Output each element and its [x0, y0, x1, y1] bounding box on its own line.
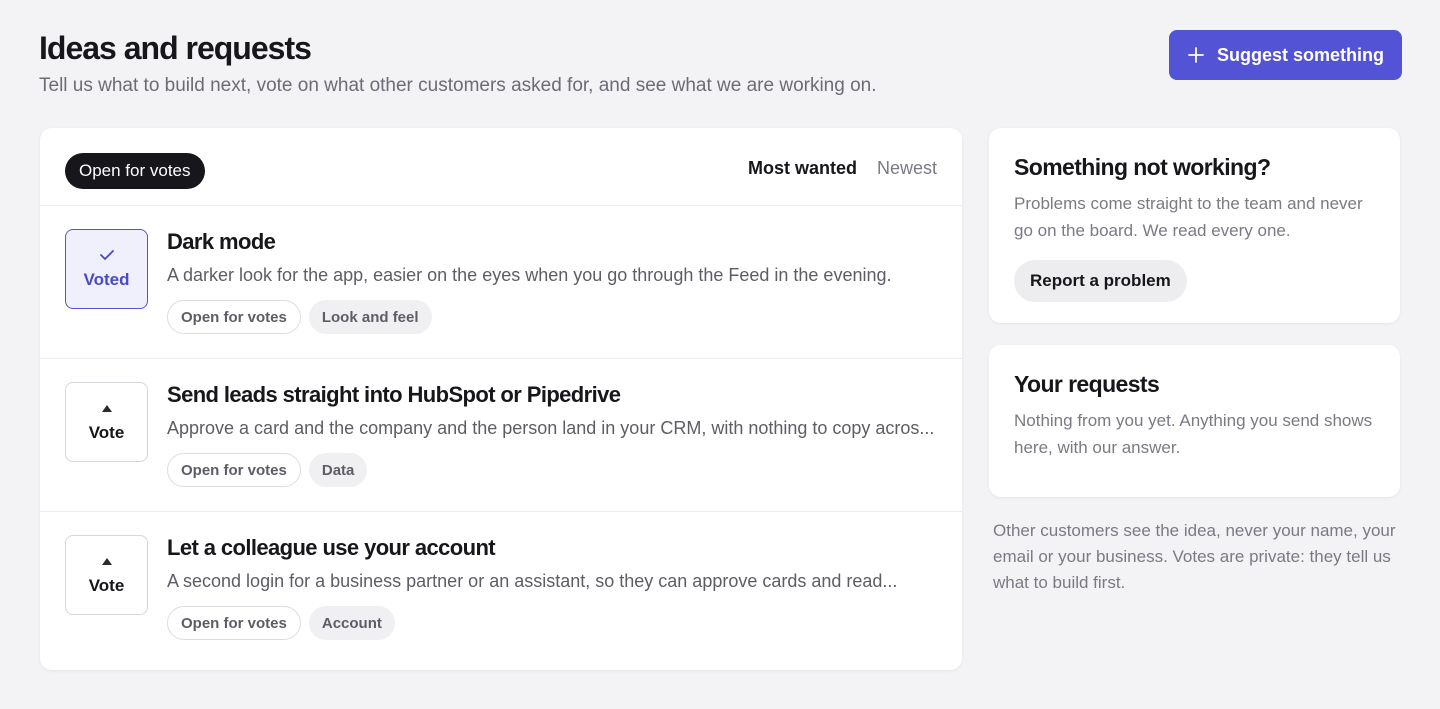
- suggest-something-label: Suggest something: [1216, 44, 1384, 65]
- page-title: Ideas and requests: [39, 30, 312, 66]
- status-badge: Open for votes: [167, 300, 301, 334]
- idea-body: Dark mode A darker look for the app, eas…: [167, 228, 937, 334]
- category-badge: Look and feel: [308, 300, 432, 334]
- vote-label: Vote: [88, 423, 125, 442]
- board-toolbar: Open for votes Most wanted Newest: [40, 128, 962, 206]
- privacy-note: Other customers see the idea, never your…: [993, 521, 1396, 592]
- page-subtitle: Tell us what to build next, vote on what…: [39, 75, 877, 96]
- vote-button[interactable]: Vote: [65, 382, 148, 462]
- your-requests-card: Your requests Nothing from you yet. Anyt…: [989, 345, 1400, 497]
- idea-row-crm-leads[interactable]: Vote Send leads straight into HubSpot or…: [40, 359, 962, 512]
- vote-label: Vote: [88, 576, 125, 595]
- idea-description: Approve a card and the company and the p…: [167, 418, 935, 438]
- idea-row-dark-mode[interactable]: Voted Dark mode A darker look for the ap…: [40, 206, 962, 359]
- idea-body: Send leads straight into HubSpot or Pipe…: [167, 381, 937, 487]
- idea-description: A second login for a business partner or…: [167, 571, 898, 591]
- sort-tab-newest[interactable]: Newest: [877, 158, 937, 179]
- vote-button[interactable]: Vote: [65, 535, 148, 615]
- sort-tabs: Most wanted Newest: [748, 158, 937, 179]
- your-requests-title: Your requests: [1014, 371, 1160, 397]
- idea-row-colleague-account[interactable]: Vote Let a colleague use your account A …: [40, 512, 962, 665]
- idea-title[interactable]: Let a colleague use your account: [167, 534, 937, 562]
- problem-card: Something not working? Problems come str…: [989, 128, 1400, 323]
- idea-description: A darker look for the app, easier on the…: [167, 265, 892, 285]
- status-badge: Open for votes: [167, 606, 301, 640]
- category-badge: Account: [308, 606, 395, 640]
- idea-tags: Open for votes Look and feel: [167, 300, 937, 334]
- voted-button[interactable]: Voted: [65, 229, 148, 309]
- vote-label: Voted: [83, 270, 130, 289]
- problem-card-title: Something not working?: [1014, 154, 1271, 180]
- triangle-up-icon: [101, 401, 113, 415]
- filter-open-for-votes[interactable]: Open for votes: [65, 153, 205, 189]
- plus-icon: [1188, 47, 1204, 63]
- idea-tags: Open for votes Account: [167, 606, 937, 640]
- suggest-something-button[interactable]: Suggest something: [1169, 30, 1402, 80]
- triangle-up-icon: [101, 554, 113, 568]
- sort-tab-most-wanted[interactable]: Most wanted: [748, 158, 857, 179]
- page-header: Ideas and requests Tell us what to build…: [39, 28, 939, 100]
- idea-body: Let a colleague use your account A secon…: [167, 534, 937, 640]
- report-problem-button[interactable]: Report a problem: [1014, 260, 1187, 302]
- your-requests-text: Nothing from you yet. Anything you send …: [1014, 411, 1373, 457]
- problem-card-text: Problems come straight to the team and n…: [1014, 194, 1363, 240]
- idea-title[interactable]: Dark mode: [167, 228, 937, 256]
- ideas-board: Open for votes Most wanted Newest Voted …: [40, 128, 962, 670]
- category-badge: Data: [308, 453, 368, 487]
- idea-title[interactable]: Send leads straight into HubSpot or Pipe…: [167, 381, 937, 409]
- status-badge: Open for votes: [167, 453, 301, 487]
- check-icon: [99, 248, 115, 262]
- idea-tags: Open for votes Data: [167, 453, 937, 487]
